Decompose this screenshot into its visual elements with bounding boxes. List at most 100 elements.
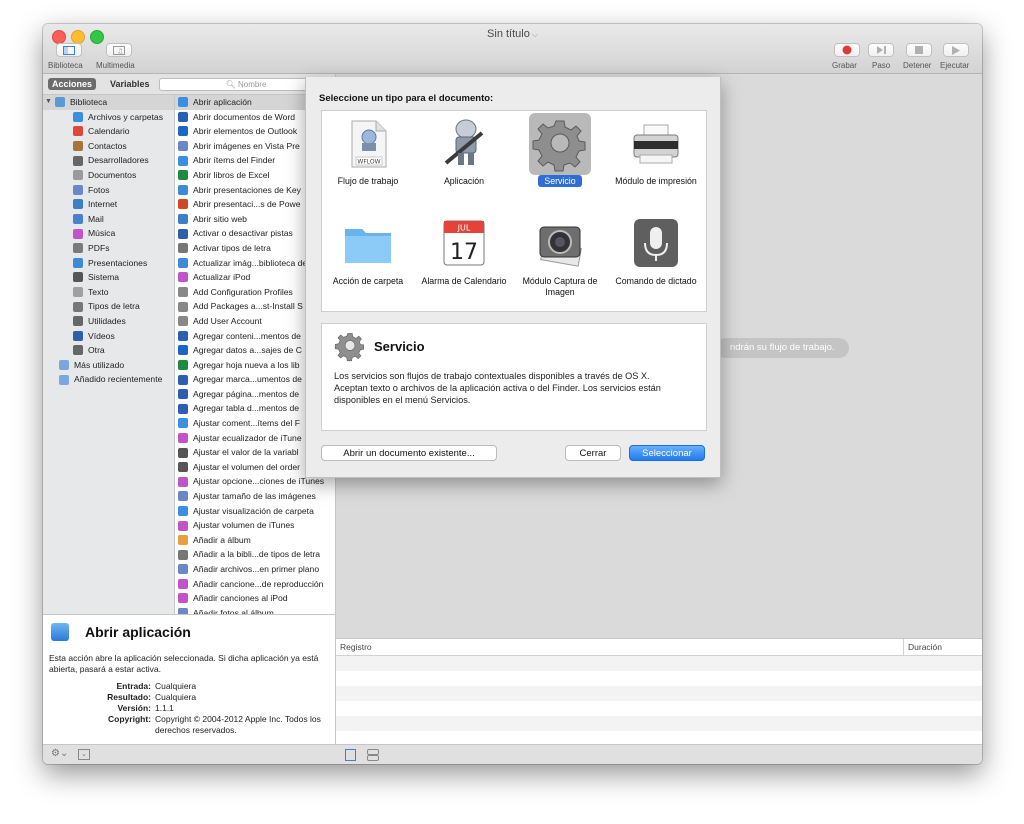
library-item[interactable]: Internet	[43, 197, 174, 212]
library-item[interactable]: Desarrolladores	[43, 153, 174, 168]
action-icon	[178, 593, 188, 604]
library-item-label: Internet	[88, 199, 118, 210]
type-info-box: Servicio Los servicios son flujos de tra…	[321, 323, 707, 431]
log-row	[336, 686, 982, 701]
type-info-title: Servicio	[374, 339, 425, 354]
library-item-label: PDFs	[88, 242, 110, 253]
action-icon	[178, 184, 188, 195]
log-row	[336, 656, 982, 671]
action-item[interactable]: Añadir cancione...de reproducción	[175, 577, 335, 592]
record-button[interactable]	[834, 43, 860, 57]
type-servicio[interactable]: Servicio	[514, 111, 606, 211]
type-flujo-de-trabajo[interactable]: WFLOW Flujo de trabajo	[322, 111, 414, 211]
library-item[interactable]: Sistema	[43, 270, 174, 285]
log-row	[336, 701, 982, 716]
action-item-label: Agregar conteni...mentos de	[193, 330, 301, 341]
action-item[interactable]: Añadir a álbum	[175, 533, 335, 548]
action-item[interactable]: Añadir fotos al álbum	[175, 606, 335, 614]
library-item[interactable]: Otra	[43, 343, 174, 358]
type-comando-de-dictado[interactable]: Comando de dictado	[610, 211, 702, 311]
library-item[interactable]: Añadido recientemente	[43, 372, 174, 387]
stop-button[interactable]	[906, 43, 932, 57]
action-icon	[178, 418, 188, 429]
type-modulo-de-impresion[interactable]: Módulo de impresión	[610, 111, 702, 211]
action-item-label: Actualizar imág...biblioteca de	[193, 257, 308, 268]
disclosure-triangle-icon[interactable]: ▼	[45, 95, 52, 110]
library-item[interactable]: Tipos de letra	[43, 299, 174, 314]
smart-folder-icon	[59, 359, 69, 370]
log-column-registro[interactable]: Registro	[340, 639, 372, 655]
library-item-label: Calendario	[88, 126, 130, 137]
library-item-label: Biblioteca	[69, 97, 108, 107]
library-item[interactable]: Fotos	[43, 183, 174, 198]
action-item[interactable]: Ajustar visualización de carpeta	[175, 504, 335, 519]
presentation-icon	[73, 257, 83, 268]
show-description-icon[interactable]: ⌄	[78, 749, 90, 760]
library-item[interactable]: ▼ Biblioteca	[43, 95, 174, 110]
action-item-label: Add Packages a...st-Install S	[193, 301, 303, 312]
tab-variables[interactable]: Variables	[106, 78, 154, 90]
action-icon	[178, 257, 188, 268]
log-column-duracion[interactable]: Duración	[903, 639, 942, 655]
calendar-icon	[73, 126, 83, 137]
action-item-label: Ajustar tamaño de las imágenes	[193, 491, 316, 502]
play-icon	[952, 45, 960, 55]
type-label: Alarma de Calendario	[421, 276, 507, 286]
search-icon: 🔍︎	[225, 80, 236, 89]
window-title[interactable]: Sin título ⌵	[43, 28, 982, 40]
library-item[interactable]: Presentaciones	[43, 256, 174, 271]
workflow-badge: WFLOW	[357, 159, 380, 166]
type-accion-de-carpeta[interactable]: Acción de carpeta	[322, 211, 414, 311]
library-item[interactable]: Más utilizado	[43, 358, 174, 373]
calendar-month: JUL	[457, 224, 471, 233]
action-item-label: Añadir archivos...en primer plano	[193, 564, 320, 574]
run-button[interactable]	[943, 43, 969, 57]
select-button[interactable]: Seleccionar	[629, 445, 705, 461]
library-toggle-button[interactable]	[56, 43, 82, 57]
music-icon	[73, 228, 83, 239]
action-item[interactable]: Ajustar volumen de iTunes	[175, 518, 335, 533]
media-icon: ♫	[113, 45, 125, 55]
library-item-label: Vídeos	[88, 330, 115, 341]
action-icon	[178, 214, 188, 225]
library-item[interactable]: Contactos	[43, 139, 174, 154]
library-item-label: Archivos y carpetas	[88, 111, 163, 122]
action-item-label: Abrir sitio web	[193, 213, 247, 224]
library-item[interactable]: Calendario	[43, 124, 174, 139]
step-button[interactable]	[868, 43, 894, 57]
calendar-icon: JUL 17	[443, 220, 485, 266]
library-item[interactable]: Mail	[43, 212, 174, 227]
action-item[interactable]: Añadir archivos...en primer plano	[175, 562, 335, 577]
library-item-label: Sistema	[88, 272, 120, 283]
action-icon	[178, 199, 188, 210]
action-item[interactable]: Ajustar tamaño de las imágenes	[175, 489, 335, 504]
system-icon	[73, 272, 83, 283]
field-value: Cualquiera	[155, 692, 197, 702]
field-key: Resultado:	[107, 692, 151, 702]
library-item[interactable]: Vídeos	[43, 329, 174, 344]
action-item[interactable]: Añadir a la bibli...de tipos de letra	[175, 547, 335, 562]
action-item-label: Agregar marca...umentos de	[193, 374, 302, 385]
gear-menu-icon[interactable]: ⚙︎⌄	[51, 748, 68, 759]
action-item-label: Add Configuration Profiles	[193, 286, 293, 297]
document-icon	[73, 170, 83, 181]
library-item[interactable]: Utilidades	[43, 314, 174, 329]
library-item[interactable]: Texto	[43, 285, 174, 300]
action-item-label: Abrir presentaciones de Key	[193, 184, 301, 195]
library-item[interactable]: PDFs	[43, 241, 174, 256]
library-item[interactable]: Archivos y carpetas	[43, 110, 174, 125]
open-existing-button[interactable]: Abrir un documento existente...	[321, 445, 497, 461]
type-aplicacion[interactable]: Aplicación	[418, 111, 510, 211]
close-button[interactable]: Cerrar	[565, 445, 621, 461]
type-modulo-captura-de-imagen[interactable]: Módulo Captura de Imagen	[514, 211, 606, 311]
list-view-icon[interactable]	[345, 749, 356, 761]
media-button[interactable]: ♫	[106, 43, 132, 57]
mail-icon	[73, 214, 83, 225]
type-alarma-de-calendario[interactable]: JUL 17 Alarma de Calendario	[418, 211, 510, 311]
action-item[interactable]: Añadir canciones al iPod	[175, 591, 335, 606]
tab-acciones[interactable]: Acciones	[48, 78, 97, 90]
library-item[interactable]: Documentos	[43, 168, 174, 183]
action-item-label: Abrir aplicación	[193, 97, 252, 107]
step-icon	[877, 46, 886, 54]
library-item[interactable]: Música	[43, 226, 174, 241]
